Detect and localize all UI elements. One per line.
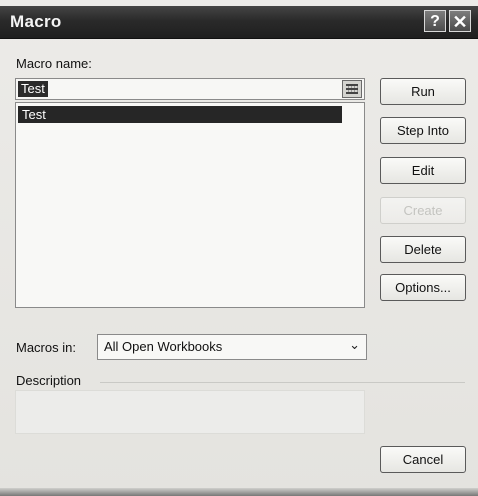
macro-name-input[interactable]: Test (15, 78, 365, 100)
macro-name-label: Macro name: (16, 56, 92, 71)
macro-name-value: Test (18, 81, 48, 97)
description-label: Description (16, 373, 82, 388)
macros-in-select[interactable]: All Open Workbooks ⌄ (97, 334, 367, 360)
description-divider (100, 382, 465, 383)
run-button[interactable]: Run (380, 78, 466, 105)
create-button[interactable]: Create (380, 197, 466, 224)
macros-in-label: Macros in: (16, 340, 76, 355)
options-button[interactable]: Options... (380, 274, 466, 301)
dialog-bottom-edge (0, 488, 478, 496)
question-mark-icon: ? (430, 13, 440, 30)
close-icon: ✕ (452, 12, 468, 32)
help-button[interactable]: ? (424, 10, 446, 32)
macro-dialog: Macro ? ✕ Macro name: Test Test Run Step… (0, 0, 478, 496)
close-button[interactable]: ✕ (449, 10, 471, 32)
macro-list[interactable]: Test (15, 102, 365, 308)
cancel-button[interactable]: Cancel (380, 446, 466, 473)
collapse-dialog-icon[interactable] (342, 80, 362, 98)
list-item[interactable]: Test (18, 106, 342, 123)
macros-in-value: All Open Workbooks (104, 339, 223, 354)
edit-button[interactable]: Edit (380, 157, 466, 184)
description-text (15, 390, 365, 434)
chevron-down-icon: ⌄ (349, 337, 360, 352)
dialog-title: Macro (10, 12, 62, 31)
title-bar: Macro ? ✕ (0, 6, 478, 39)
delete-button[interactable]: Delete (380, 236, 466, 263)
step-into-button[interactable]: Step Into (380, 117, 466, 144)
